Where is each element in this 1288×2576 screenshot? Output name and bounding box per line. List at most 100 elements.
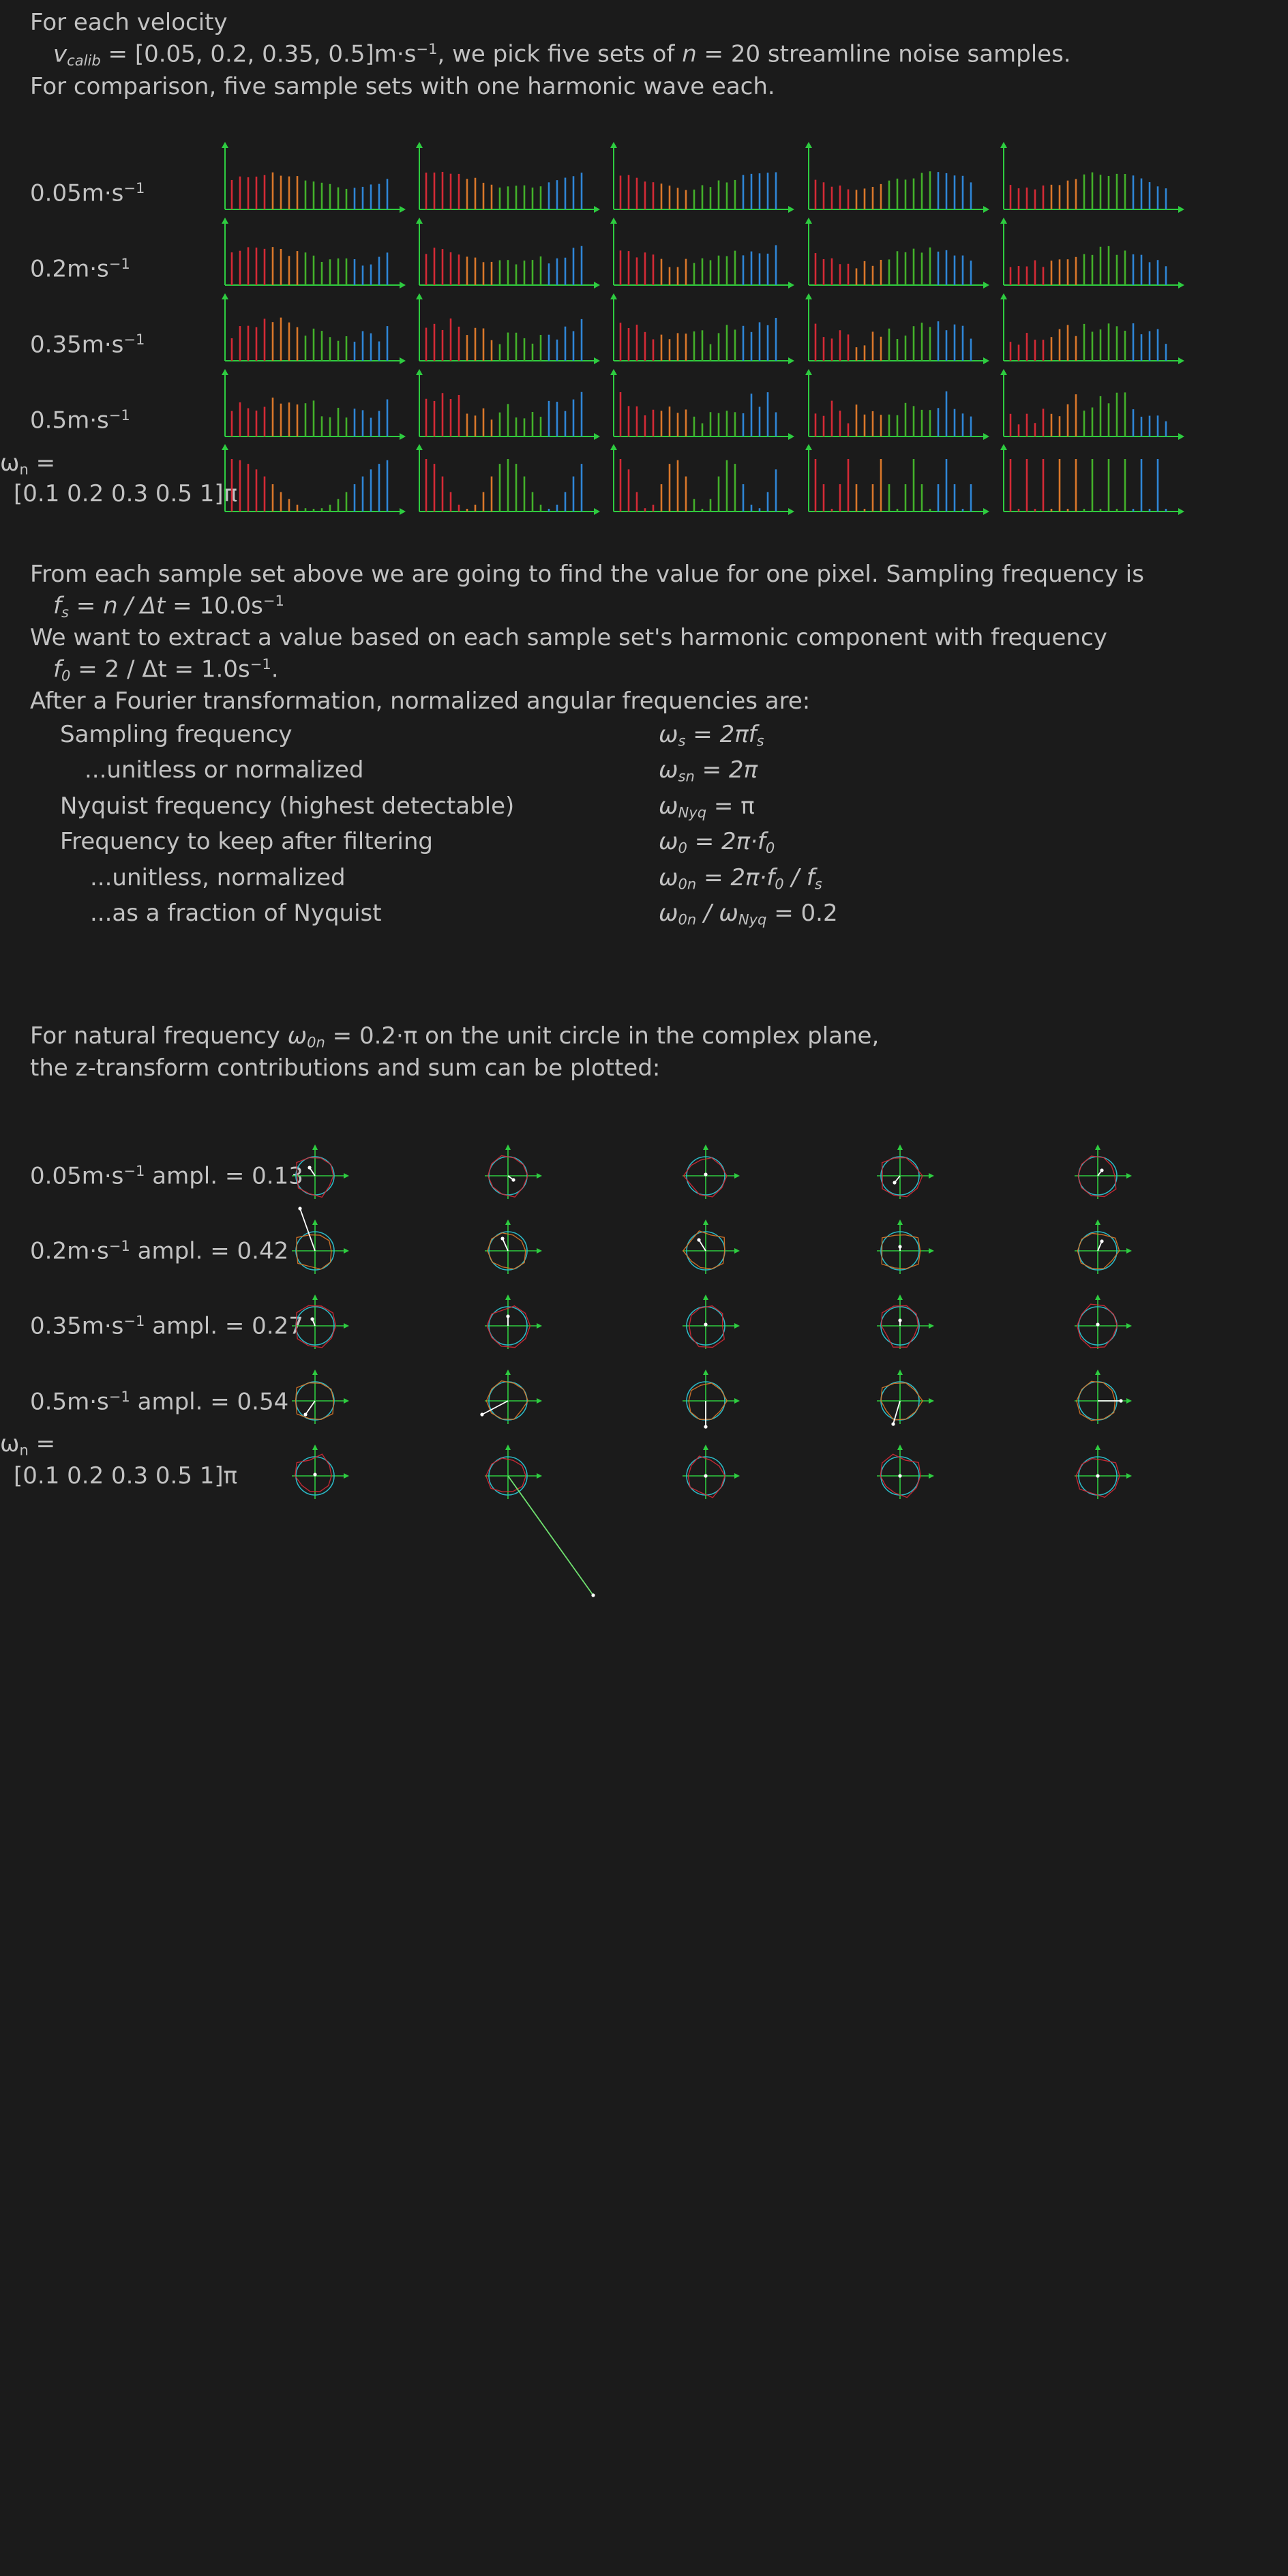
sum-vector <box>502 1238 509 1252</box>
plot-x-arrow-icon <box>983 357 989 364</box>
circle-y-arrow-icon <box>1095 1445 1100 1450</box>
circle-x-arrow-icon <box>537 1173 542 1179</box>
circle-x-arrow-icon <box>344 1473 349 1479</box>
plot-y-arrow-icon <box>1000 369 1007 375</box>
sum-vector <box>893 1400 901 1425</box>
circle-x-arrow-icon <box>1126 1398 1132 1404</box>
circle-x-arrow-icon <box>734 1248 740 1254</box>
plot-y-arrow-icon <box>416 293 423 299</box>
plot-y-arrow-icon <box>222 293 228 299</box>
sum-vector-tip <box>704 1425 708 1429</box>
sum-vector-tip <box>898 1318 902 1322</box>
sum-vector-tip <box>1100 1168 1104 1172</box>
plot-x-arrow-icon <box>400 357 406 364</box>
sum-vector-tip <box>303 1412 308 1417</box>
plot-y-arrow-icon <box>1000 142 1007 148</box>
circle-x-arrow-icon <box>537 1323 542 1329</box>
circle-y-arrow-icon <box>312 1445 318 1450</box>
sum-vector-tip <box>591 1593 595 1597</box>
circle-y-arrow-icon <box>897 1445 903 1450</box>
sum-vector-tip <box>1096 1474 1100 1478</box>
circle-y-arrow-icon <box>505 1144 511 1150</box>
circle-y-arrow-icon <box>1095 1294 1100 1300</box>
plot-y-arrow-icon <box>805 218 812 224</box>
plot-y-arrow-icon <box>610 142 617 148</box>
contribution-path <box>296 1234 332 1270</box>
plot-x-arrow-icon <box>1178 508 1184 515</box>
circle-y-arrow-icon <box>897 1370 903 1375</box>
plot-y-arrow-icon <box>416 142 423 148</box>
plot-y-arrow-icon <box>610 218 617 224</box>
circle-x-arrow-icon <box>1126 1173 1132 1179</box>
circle-x-arrow-icon <box>537 1398 542 1404</box>
circle-y-arrow-icon <box>505 1445 511 1450</box>
circle-x-arrow-icon <box>1126 1323 1132 1329</box>
sum-vector-tip <box>500 1237 505 1241</box>
sum-vector-tip <box>298 1206 302 1211</box>
plot-x-arrow-icon <box>594 357 600 364</box>
circle-y-arrow-icon <box>312 1144 318 1150</box>
sum-vector-tip <box>506 1314 510 1318</box>
circle-y-arrow-icon <box>897 1219 903 1225</box>
plot-x-arrow-icon <box>788 433 794 440</box>
plot-x-arrow-icon <box>1178 357 1184 364</box>
sum-vector-tip <box>1119 1399 1123 1403</box>
circle-y-arrow-icon <box>703 1445 708 1450</box>
sum-vector <box>305 1400 316 1415</box>
plot-x-arrow-icon <box>1178 206 1184 213</box>
plot-x-arrow-icon <box>400 508 406 515</box>
plot-x-arrow-icon <box>1178 282 1184 288</box>
plot-y-arrow-icon <box>222 444 228 450</box>
sum-vector-tip <box>480 1412 484 1417</box>
plot-y-arrow-icon <box>610 293 617 299</box>
plot-x-arrow-icon <box>400 282 406 288</box>
circle-x-arrow-icon <box>344 1398 349 1404</box>
sum-vector-tip <box>511 1178 515 1182</box>
circle-y-arrow-icon <box>703 1370 708 1375</box>
plot-y-arrow-icon <box>1000 293 1007 299</box>
circle-x-arrow-icon <box>734 1323 740 1329</box>
sum-vector-tip <box>1100 1239 1104 1243</box>
circle-y-arrow-icon <box>505 1370 511 1375</box>
circle-x-arrow-icon <box>929 1398 934 1404</box>
plot-y-arrow-icon <box>222 218 228 224</box>
plot-x-arrow-icon <box>788 282 794 288</box>
circle-y-arrow-icon <box>703 1144 708 1150</box>
plot-x-arrow-icon <box>788 206 794 213</box>
circle-x-arrow-icon <box>734 1473 740 1479</box>
sum-vector-tip <box>704 1474 708 1478</box>
plot-x-arrow-icon <box>788 508 794 515</box>
sum-vector-tip <box>697 1238 701 1242</box>
circle-x-arrow-icon <box>344 1323 349 1329</box>
circle-y-arrow-icon <box>897 1144 903 1150</box>
circle-x-arrow-icon <box>734 1173 740 1179</box>
plot-x-arrow-icon <box>594 206 600 213</box>
circle-y-arrow-icon <box>1095 1370 1100 1375</box>
circle-x-arrow-icon <box>929 1323 934 1329</box>
sum-vector-tip <box>898 1474 902 1478</box>
sum-vector-tip <box>1096 1322 1100 1327</box>
sum-vector-tip <box>893 1181 897 1185</box>
circle-y-arrow-icon <box>505 1219 511 1225</box>
plot-x-arrow-icon <box>400 206 406 213</box>
plot-x-arrow-icon <box>983 508 989 515</box>
plot-x-arrow-icon <box>788 357 794 364</box>
circle-y-arrow-icon <box>312 1219 318 1225</box>
plot-y-arrow-icon <box>222 369 228 375</box>
plot-x-arrow-icon <box>400 433 406 440</box>
plot-y-arrow-icon <box>610 444 617 450</box>
circle-x-arrow-icon <box>734 1398 740 1404</box>
circle-y-arrow-icon <box>1095 1144 1100 1150</box>
circle-y-arrow-icon <box>703 1294 708 1300</box>
plot-y-arrow-icon <box>805 293 812 299</box>
sum-vector-tip <box>313 1472 317 1477</box>
sum-vector-tip <box>891 1422 895 1426</box>
plot-y-arrow-icon <box>805 444 812 450</box>
circle-x-arrow-icon <box>537 1473 542 1479</box>
plot-y-arrow-icon <box>805 142 812 148</box>
circle-x-arrow-icon <box>537 1248 542 1254</box>
plot-y-arrow-icon <box>222 142 228 148</box>
plot-y-arrow-icon <box>416 218 423 224</box>
sum-vector-tip <box>898 1245 902 1249</box>
circle-x-arrow-icon <box>1126 1473 1132 1479</box>
